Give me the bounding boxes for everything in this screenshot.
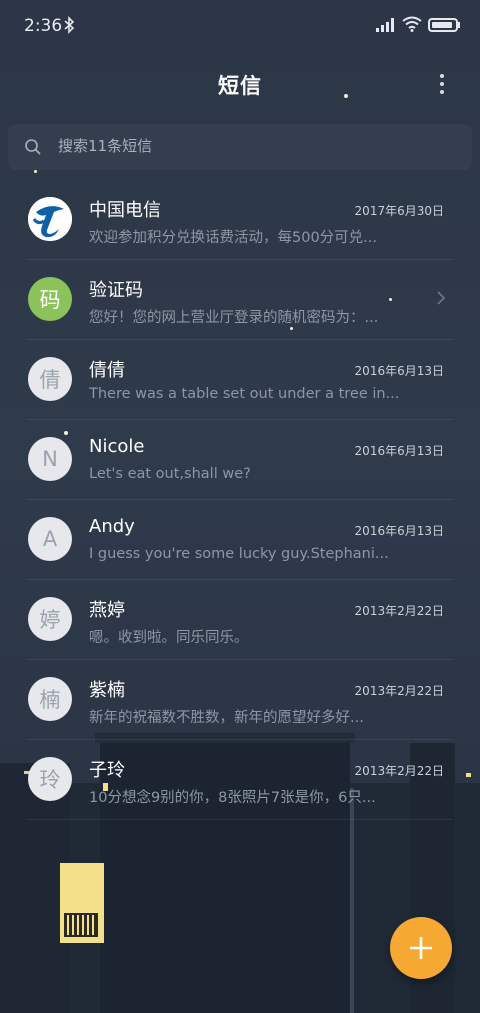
status-bar: 2:36 xyxy=(0,0,480,52)
contact-name: 燕婷 xyxy=(89,600,125,621)
contact-name: 子玲 xyxy=(89,760,125,781)
avatar: 码 xyxy=(28,277,72,321)
message-preview: 欢迎参加积分兑换话费活动，每500分可兑... xyxy=(89,230,378,246)
plus-icon xyxy=(410,937,432,959)
avatar: 楠 xyxy=(28,677,72,721)
contact-name: Nicole xyxy=(89,436,145,457)
message-date: 2013年2月22日 xyxy=(354,604,444,618)
conversation-item[interactable]: N Nicole 2016年6月13日 Let's eat out,shall … xyxy=(0,420,480,500)
more-menu-icon[interactable] xyxy=(432,70,452,98)
conversation-item[interactable]: 码 验证码 您好！您的网上营业厅登录的随机密码为：... xyxy=(0,260,480,340)
conversation-item[interactable]: 楠 紫楠 2013年2月22日 新年的祝福数不胜数，新年的愿望好多好... xyxy=(0,660,480,740)
status-time: 2:36 xyxy=(24,16,63,36)
signal-icon xyxy=(376,18,394,32)
message-date: 2016年6月13日 xyxy=(354,364,444,378)
new-message-button[interactable] xyxy=(390,917,452,979)
message-preview: Let's eat out,shall we? xyxy=(89,466,251,482)
message-preview: 新年的祝福数不胜数，新年的愿望好多好... xyxy=(89,710,364,726)
conversation-item[interactable]: 倩 倩倩 2016年6月13日 There was a table set ou… xyxy=(0,340,480,420)
message-preview: 嗯。收到啦。同乐同乐。 xyxy=(89,630,249,646)
contact-name: 紫楠 xyxy=(89,680,125,701)
avatar: 倩 xyxy=(28,357,72,401)
contact-name: Andy xyxy=(89,516,135,537)
page-title: 短信 xyxy=(218,74,262,98)
message-preview: I guess you're some lucky guy.Stephani..… xyxy=(89,546,389,562)
message-preview: There was a table set out under a tree i… xyxy=(89,386,400,402)
bluetooth-icon xyxy=(64,16,75,34)
avatar: N xyxy=(28,437,72,481)
conversation-item[interactable]: 中国电信 2017年6月30日 欢迎参加积分兑换话费活动，每500分可兑... xyxy=(0,180,480,260)
contact-name: 倩倩 xyxy=(89,360,125,381)
avatar: A xyxy=(28,517,72,561)
message-date: 2013年2月22日 xyxy=(354,764,444,778)
conversation-item[interactable]: 玲 子玲 2013年2月22日 10分想念9别的你，8张照片7张是你，6只... xyxy=(0,740,480,820)
contact-name: 验证码 xyxy=(89,280,143,301)
contact-name: 中国电信 xyxy=(89,200,161,221)
message-date: 2016年6月13日 xyxy=(354,444,444,458)
conversation-item[interactable]: A Andy 2016年6月13日 I guess you're some lu… xyxy=(0,500,480,580)
message-date: 2013年2月22日 xyxy=(354,684,444,698)
avatar: 婷 xyxy=(28,597,72,641)
message-date: 2016年6月13日 xyxy=(354,524,444,538)
star xyxy=(34,170,37,173)
message-date: 2017年6月30日 xyxy=(354,204,444,218)
search-bar[interactable] xyxy=(8,124,472,170)
message-list: 中国电信 2017年6月30日 欢迎参加积分兑换话费活动，每500分可兑... … xyxy=(0,180,480,820)
conversation-item[interactable]: 婷 燕婷 2013年2月22日 嗯。收到啦。同乐同乐。 xyxy=(0,580,480,660)
china-telecom-logo-icon xyxy=(28,197,72,241)
chevron-right-icon xyxy=(437,291,446,305)
search-input[interactable] xyxy=(58,137,438,155)
message-preview: 10分想念9别的你，8张照片7张是你，6只... xyxy=(89,790,376,806)
avatar: 玲 xyxy=(28,757,72,801)
battery-tip xyxy=(458,22,460,28)
message-preview: 您好！您的网上营业厅登录的随机密码为：... xyxy=(89,310,379,326)
wifi-icon xyxy=(402,16,422,32)
battery-icon xyxy=(428,18,458,32)
search-icon xyxy=(25,139,41,155)
